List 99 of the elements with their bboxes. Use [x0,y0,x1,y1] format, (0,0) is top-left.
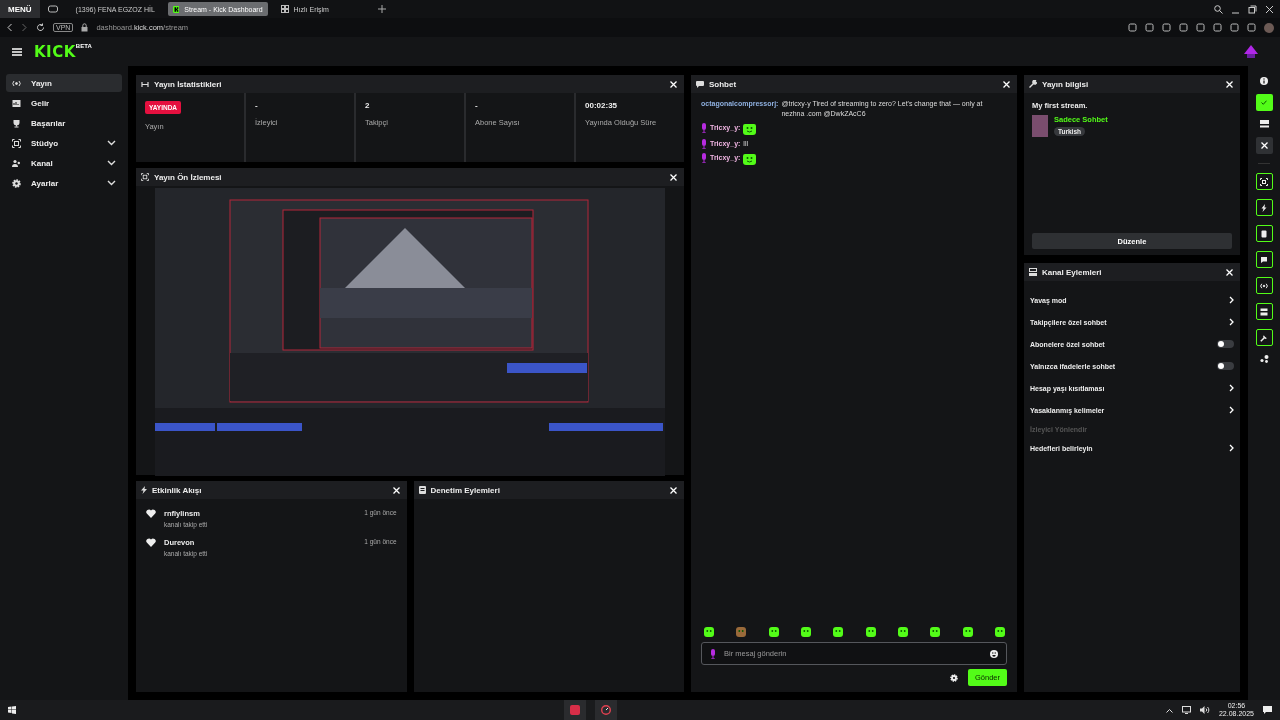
chevron-right-icon [1229,296,1234,304]
chevron-right-icon [1229,444,1234,452]
broadcast-button[interactable] [1255,277,1273,294]
chart-icon [12,98,21,108]
dots-icon[interactable] [1259,355,1269,363]
menu-icon[interactable] [12,47,22,56]
toggle-switch[interactable] [1217,362,1234,370]
back-icon[interactable] [6,23,13,32]
note-icon [1260,229,1268,238]
monitor-icon[interactable] [1181,706,1191,714]
chevron-down-icon[interactable] [107,160,116,166]
profile-avatar[interactable] [1264,22,1274,33]
emote-icon[interactable] [865,627,876,637]
panel-title: Yayın Ön İzlemesi [154,172,223,182]
wrench-icon [1029,80,1037,88]
note-button[interactable] [1255,225,1273,242]
kick-logo[interactable]: KICK$^{BETA}$ [34,42,92,61]
chat-icon [1260,255,1268,264]
panel-title: Yayın bilgisi [1042,79,1090,89]
emote-icon[interactable] [962,627,973,637]
close-icon[interactable] [1265,4,1274,14]
gamepad-icon[interactable] [47,5,58,13]
layout-icon[interactable] [1259,120,1269,128]
user-avatar-icon[interactable] [1244,45,1258,58]
panel-title: Yayın İstatistikleri [154,79,223,89]
sidebar-item[interactable]: Kanal [6,154,122,172]
studio-icon [141,173,149,181]
speaker-icon[interactable] [1199,706,1210,714]
checkmark-icon [1261,100,1267,105]
studio-icon [1260,177,1268,186]
stat-value: 00:02:35 [585,101,619,110]
emote-icon[interactable] [930,627,941,637]
emote-icon[interactable] [994,627,1005,637]
sidebar-item[interactable]: Ayarlar [6,174,122,192]
close-button[interactable] [1255,137,1273,154]
panel-title: Denetim Eylemleri [430,485,501,495]
emote-icon[interactable] [833,627,844,637]
trophy-icon [12,118,21,128]
emote-icon[interactable] [768,627,779,637]
sidebar-item[interactable]: Yayın [6,74,122,92]
toggle-switch[interactable] [1217,340,1234,348]
bolt-button[interactable] [1255,199,1273,216]
taskbar-app-button[interactable] [564,700,587,720]
stat-value: - [255,101,259,110]
chevron-right-icon [1229,384,1234,392]
emoji-icon[interactable] [990,649,998,658]
chevron-right-icon [1229,406,1234,414]
panel-title: Sohbet [709,79,738,89]
studio-icon [12,138,21,148]
new-tab-icon[interactable] [377,5,386,13]
gear-icon [12,178,21,188]
stat-value: - [475,101,479,110]
emote-icon[interactable] [897,627,908,637]
chevron-right-icon [1229,318,1234,326]
panel-title: Kanal Eylemleri [1042,267,1103,277]
close-icon [1260,142,1268,149]
search-icon[interactable] [1214,4,1223,14]
wrench-button[interactable] [1255,329,1273,346]
chevron-up-icon[interactable] [1165,707,1173,713]
stat-value: 2 [365,101,371,110]
category-thumbnail-placeholder [1032,115,1048,137]
studio-button[interactable] [1255,173,1273,190]
notification-icon[interactable] [1263,706,1272,714]
grid-icon [280,5,289,13]
bolt-icon [141,486,147,494]
people-icon [12,158,21,168]
wrench-icon [1260,333,1268,342]
emote-icon[interactable] [801,627,811,637]
panel-title: Etkinlik Akışı [152,485,203,495]
document-icon [418,486,426,494]
chat-bubble-icon [696,80,704,88]
emote-icon [743,153,757,165]
info-icon[interactable] [1260,77,1268,85]
chevron-down-icon[interactable] [107,180,116,186]
app-icon [570,705,581,715]
reload-icon[interactable] [36,23,45,32]
checkmark-button[interactable] [1255,94,1273,111]
microphone-icon [710,648,716,659]
layout-icon [1029,268,1037,276]
windows-start-icon[interactable] [8,706,16,714]
lock-icon [81,23,89,32]
chevron-down-icon[interactable] [107,140,116,146]
sidebar-item[interactable]: Stüdyo [6,134,122,152]
heart-icon [146,509,156,518]
settings-icon[interactable] [949,673,958,682]
menu-button[interactable]: MENÜ [0,0,40,18]
taskbar-app-button[interactable] [595,700,618,720]
gauge-icon [601,705,612,715]
kick-icon [172,4,180,14]
heart-icon [146,538,156,547]
chat-button[interactable] [1255,251,1273,268]
sidebar-item[interactable]: Başarılar [6,114,122,132]
layout-icon [1260,307,1268,316]
layout-button[interactable] [1255,303,1273,320]
emote-icon [743,123,757,135]
sidebar-item[interactable]: Gelir [6,94,122,112]
emote-icon[interactable] [704,627,714,637]
bolt-icon [1260,203,1268,212]
restore-icon[interactable] [1248,4,1257,14]
